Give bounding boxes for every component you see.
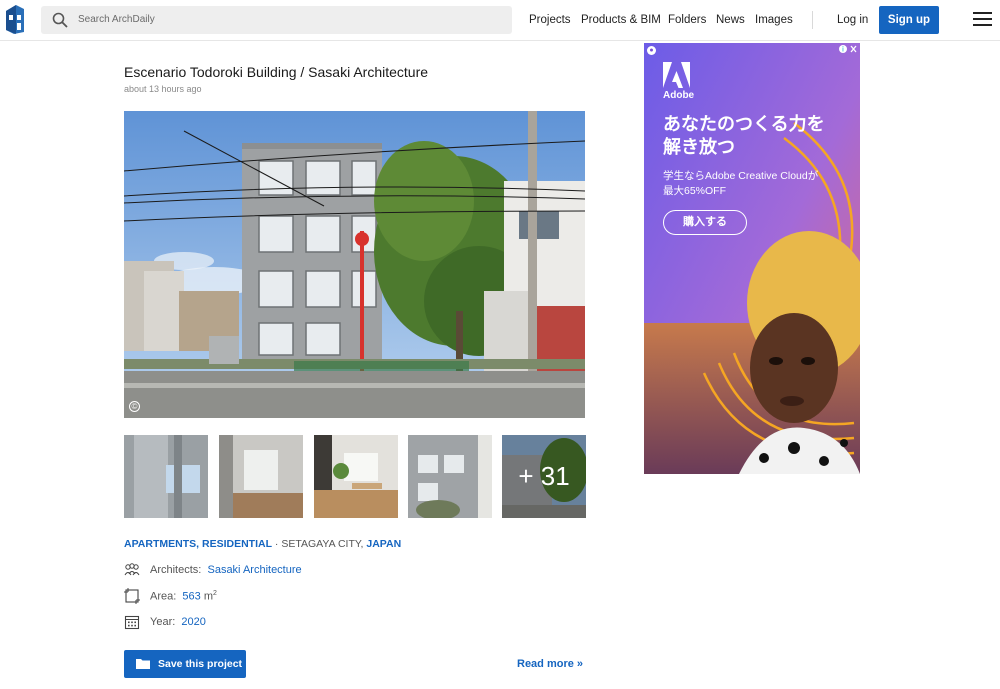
archdaily-logo-icon[interactable]	[6, 5, 24, 34]
signup-button[interactable]: Sign up	[879, 6, 939, 34]
ad-subtext-line-1: 学生ならAdobe Creative Cloudが	[663, 170, 819, 182]
year-value[interactable]: 2020	[181, 616, 205, 628]
svg-text:i: i	[842, 46, 844, 54]
hero-image[interactable]	[124, 111, 585, 418]
save-project-button[interactable]: Save this project	[124, 650, 246, 678]
ad-choices-icon[interactable]: i	[838, 44, 858, 54]
architects-label: Architects:	[150, 564, 202, 576]
photo-credit-icon[interactable]: ©	[129, 401, 140, 412]
search-placeholder[interactable]: Search ArchDaily	[78, 6, 155, 34]
top-navigation-bar: Search ArchDaily Projects Products & BIM…	[0, 0, 1000, 41]
save-project-label: Save this project	[158, 658, 243, 670]
ad-headline: あなたのつくる力を 解き放つ	[663, 113, 853, 159]
project-tags: APARTMENTS, RESIDENTIAL · SETAGAYA CITY,…	[124, 538, 402, 550]
project-title[interactable]: Escenario Todoroki Building / Sasaki Arc…	[124, 64, 428, 80]
architects-icon	[124, 563, 140, 576]
adobe-logo-icon	[663, 62, 690, 88]
read-more-link[interactable]: Read more »	[517, 658, 583, 670]
gallery-thumbnail[interactable]	[408, 435, 492, 518]
area-label: Area:	[150, 590, 177, 603]
gallery-thumbnail[interactable]	[124, 435, 208, 518]
thumbnail-gallery: + 31	[124, 435, 586, 518]
gallery-thumbnail-more[interactable]: + 31	[502, 435, 586, 518]
ad-headline-line-1: あなたのつくる力を	[663, 114, 825, 134]
menu-icon[interactable]	[973, 12, 992, 27]
tag-residential[interactable]: RESIDENTIAL	[202, 538, 272, 550]
nav-divider	[812, 11, 813, 29]
login-link[interactable]: Log in	[837, 0, 868, 40]
architects-link[interactable]: Sasaki Architecture	[207, 564, 301, 576]
info-icon[interactable]: ●	[647, 46, 656, 55]
year-label: Year:	[150, 616, 176, 628]
nav-images[interactable]: Images	[755, 0, 793, 40]
nav-products-bim[interactable]: Products & BIM	[581, 0, 661, 40]
ad-buy-button[interactable]: 購入する	[663, 210, 747, 235]
area-unit-sup: 2	[213, 590, 217, 597]
location-country[interactable]: JAPAN	[366, 538, 401, 550]
ad-subtext: 学生ならAdobe Creative Cloudが 最大65%OFF	[663, 169, 853, 199]
search-icon	[52, 12, 68, 28]
nav-news[interactable]: News	[716, 0, 745, 40]
calendar-icon	[124, 615, 140, 630]
nav-projects[interactable]: Projects	[529, 0, 571, 40]
folder-icon	[136, 659, 150, 669]
area-icon	[124, 588, 140, 604]
advertisement-banner[interactable]: i ● Adobe あなたのつくる力を 解き放つ 学生ならAdobe Creat…	[644, 43, 860, 474]
location-city: SETAGAYA CITY,	[281, 538, 364, 550]
nav-folders[interactable]: Folders	[668, 0, 706, 40]
area-value[interactable]: 563	[182, 591, 200, 603]
area-unit: m	[203, 590, 214, 603]
publish-time: about 13 hours ago	[124, 84, 202, 94]
tag-apartments[interactable]: APARTMENTS	[124, 538, 196, 550]
ad-brand: Adobe	[663, 90, 695, 101]
ad-subtext-line-2: 最大65%OFF	[663, 185, 727, 197]
more-images-count[interactable]: + 31	[502, 435, 586, 518]
gallery-thumbnail[interactable]	[314, 435, 398, 518]
gallery-thumbnail[interactable]	[219, 435, 303, 518]
ad-headline-line-2: 解き放つ	[663, 137, 735, 157]
search-bar[interactable]: Search ArchDaily	[41, 6, 512, 34]
